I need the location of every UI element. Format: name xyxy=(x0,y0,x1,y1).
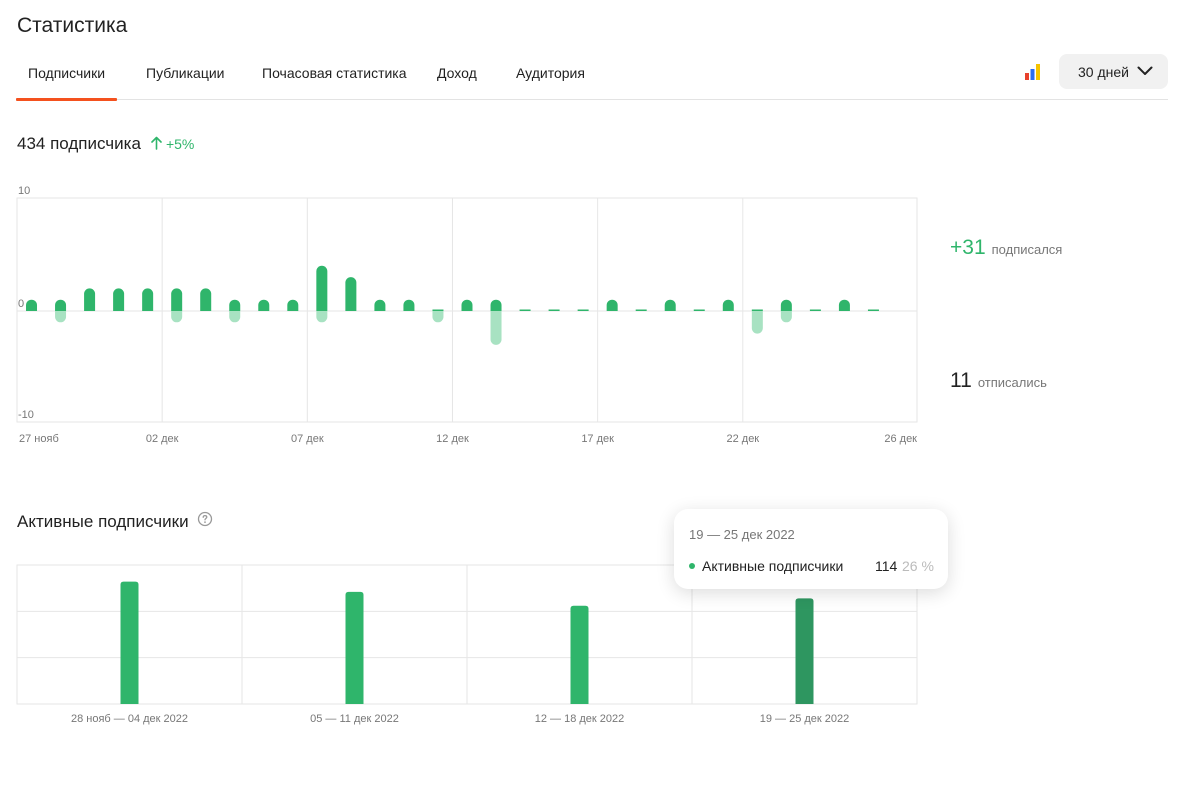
unsubscribed-bar xyxy=(316,311,328,323)
page-title: Статистика xyxy=(17,14,128,37)
subscribed-bar xyxy=(113,288,125,311)
subscribed-bar xyxy=(432,309,444,311)
active-subscribers-bar xyxy=(345,591,364,704)
x-tick-label: 05 — 11 дек 2022 xyxy=(310,713,399,725)
chart-tooltip: 19 — 25 дек 2022 Активные подписчики 114… xyxy=(674,509,948,589)
subscribed-bar xyxy=(548,309,560,311)
subscribed-label: подписался xyxy=(991,242,1063,257)
unsubscribed-value: 11 xyxy=(950,369,972,392)
active-subscribers-bar xyxy=(570,605,589,704)
tooltip-series-dot xyxy=(689,563,695,569)
unsubscribed-bar xyxy=(490,311,502,345)
subscribed-bar xyxy=(490,299,502,311)
tooltip-percent: 26 % xyxy=(902,558,934,574)
subscribed-bar xyxy=(345,277,357,311)
unsubscribed-bar xyxy=(751,311,763,334)
period-select[interactable]: 30 дней xyxy=(1059,54,1168,89)
help-circle-icon[interactable] xyxy=(197,511,213,532)
y-tick-label: 10 xyxy=(18,185,30,197)
x-tick-label: 19 — 25 дек 2022 xyxy=(760,713,850,725)
subscribed-bar xyxy=(693,309,705,311)
active-subscribers-title: Активные подписчики xyxy=(17,511,213,532)
growth-indicator: +5% xyxy=(151,136,194,153)
unsubscribed-bar xyxy=(229,311,241,323)
subscribed-bar xyxy=(809,309,821,311)
subscribed-bar xyxy=(867,309,879,311)
active-subscribers-bar xyxy=(795,598,814,704)
unsubscribed-bar xyxy=(55,311,67,323)
subscribed-bar xyxy=(577,309,589,311)
tab-publications[interactable]: Публикации xyxy=(134,54,236,100)
subscribers-summary: 434 подписчика +5% xyxy=(17,134,194,154)
chevron-down-icon xyxy=(1137,64,1153,81)
tab-subscribers[interactable]: Подписчики xyxy=(16,54,118,101)
active-subscribers-label: Активные подписчики xyxy=(17,511,189,531)
subscribed-bar xyxy=(374,299,386,311)
subscribed-bar xyxy=(780,299,792,311)
period-label: 30 дней xyxy=(1078,64,1129,80)
subscribers-count: 434 подписчика xyxy=(17,134,141,153)
subscribed-bar xyxy=(838,299,850,311)
unsubscribed-bar xyxy=(171,311,183,323)
active-subscribers-bar xyxy=(120,581,139,704)
x-tick-label: 12 дек xyxy=(436,433,469,445)
x-tick-label: 27 нояб xyxy=(19,433,59,445)
tooltip-series-label: Активные подписчики xyxy=(702,558,844,574)
unsubscribed-bar xyxy=(432,311,444,323)
subscribed-value: +31 xyxy=(950,236,986,259)
subscribed-bar xyxy=(26,299,38,311)
subscribed-bar xyxy=(200,288,212,311)
subscribed-bar xyxy=(606,299,618,311)
subscribed-bar xyxy=(84,288,96,311)
y-tick-label: -10 xyxy=(18,409,34,421)
subscribed-bar xyxy=(258,299,270,311)
subscriptions-daily-chart: 27 нояб 02 дек 07 дек 12 дек 17 дек 22 дек 26 … xyxy=(16,185,918,445)
x-tick-label: 26 дек xyxy=(884,433,917,445)
subscribed-bar xyxy=(171,288,183,311)
subscribed-bar xyxy=(635,309,647,311)
subscribed-bar xyxy=(519,309,531,311)
subscribed-bar xyxy=(403,299,415,311)
tooltip-value: 114 xyxy=(875,558,898,574)
tab-bar: Подписчики Публикации Почасовая статисти… xyxy=(16,54,1168,101)
x-tick-label: 12 — 18 дек 2022 xyxy=(535,713,625,725)
unsubscribed-label: отписались xyxy=(977,375,1047,390)
subscribed-bar xyxy=(751,309,763,311)
subscribed-bar xyxy=(229,299,241,311)
tab-audience[interactable]: Аудитория xyxy=(504,54,597,100)
x-tick-label: 02 дек xyxy=(146,433,179,445)
tab-hourly-stats[interactable]: Почасовая статистика xyxy=(250,54,419,100)
unsubscribed-bar xyxy=(780,311,792,323)
tooltip-title: 19 — 25 дек 2022 xyxy=(689,527,795,542)
subscribed-bar xyxy=(316,265,328,311)
x-tick-label: 28 нояб — 04 дек 2022 xyxy=(71,713,188,725)
subscribed-bar xyxy=(55,299,67,311)
subscribed-stat: +31 подписался xyxy=(950,236,1062,260)
x-tick-label: 22 дек xyxy=(726,433,759,445)
x-tick-label: 17 дек xyxy=(581,433,614,445)
arrow-up-icon xyxy=(151,136,166,153)
y-tick-label: 0 xyxy=(18,298,24,310)
tab-income[interactable]: Доход xyxy=(425,54,489,100)
unsubscribed-stat: 11 отписались xyxy=(950,369,1047,393)
growth-value: +5% xyxy=(165,136,195,152)
subscribed-bar xyxy=(722,299,734,311)
x-tick-label: 07 дек xyxy=(291,433,324,445)
subscribed-bar xyxy=(142,288,154,311)
subscribed-bar xyxy=(461,299,473,311)
subscribed-bar xyxy=(287,299,299,311)
subscribed-bar xyxy=(664,299,676,311)
bar-chart-icon[interactable] xyxy=(1024,63,1044,81)
